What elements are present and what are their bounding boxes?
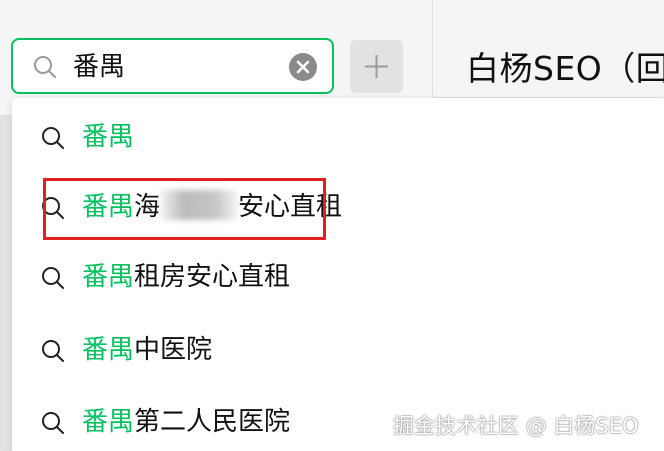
suggestion-rest: 安心直租 [238,192,343,222]
conversation-title: 白杨SEO（回 [466,49,664,88]
wechat-window: 白杨SEO（回 番禺 番禺 番禺海 安心直租 番禺租房安心直租 番禺中医院 番禺… [0,0,664,451]
suggestion-highlight: 番禺 [82,335,135,365]
chat-list-strip [0,115,12,451]
clear-icon [296,60,310,74]
suggestion-highlight: 番禺 [82,262,135,292]
watermark: 掘金技术社区 @ 白杨SEO [393,414,639,438]
suggestion-item[interactable]: 番禺中医院 [12,321,664,381]
search-suggestion-list: 番禺 番禺海 安心直租 番禺租房安心直租 番禺中医院 番禺第二人民医院 [12,98,664,451]
suggestion-highlight: 番禺 [82,122,135,152]
suggestion-rest-before: 海 [134,192,161,222]
plus-icon [365,55,388,78]
search-icon [42,127,64,149]
suggestion-highlight: 番禺 [82,192,135,222]
search-icon [42,412,64,434]
search-icon [42,267,64,289]
suggestion-label: 番禺海 安心直租 [82,189,343,224]
suggestion-label: 番禺第二人民医院 [82,405,290,439]
clear-search-button[interactable] [289,53,317,81]
suggestion-rest: 中医院 [134,335,213,365]
suggestion-item[interactable]: 番禺 [12,108,664,168]
suggestion-label: 番禺租房安心直租 [82,260,290,294]
suggestion-rest: 租房安心直租 [134,262,291,292]
search-input[interactable]: 番禺 [11,38,334,94]
suggestion-label: 番禺 [82,120,134,154]
suggestion-highlight: 番禺 [82,407,135,437]
suggestion-label: 番禺中医院 [82,333,212,367]
add-button[interactable] [350,40,403,93]
blurred-text-mask [160,189,239,220]
suggestion-item[interactable]: 番禺海 安心直租 [12,178,664,238]
search-query: 番禺 [73,52,126,82]
search-icon [42,197,64,219]
suggestion-item[interactable]: 番禺租房安心直租 [12,248,664,308]
search-icon [34,56,56,78]
search-icon [42,340,64,362]
suggestion-rest: 第二人民医院 [134,407,291,437]
